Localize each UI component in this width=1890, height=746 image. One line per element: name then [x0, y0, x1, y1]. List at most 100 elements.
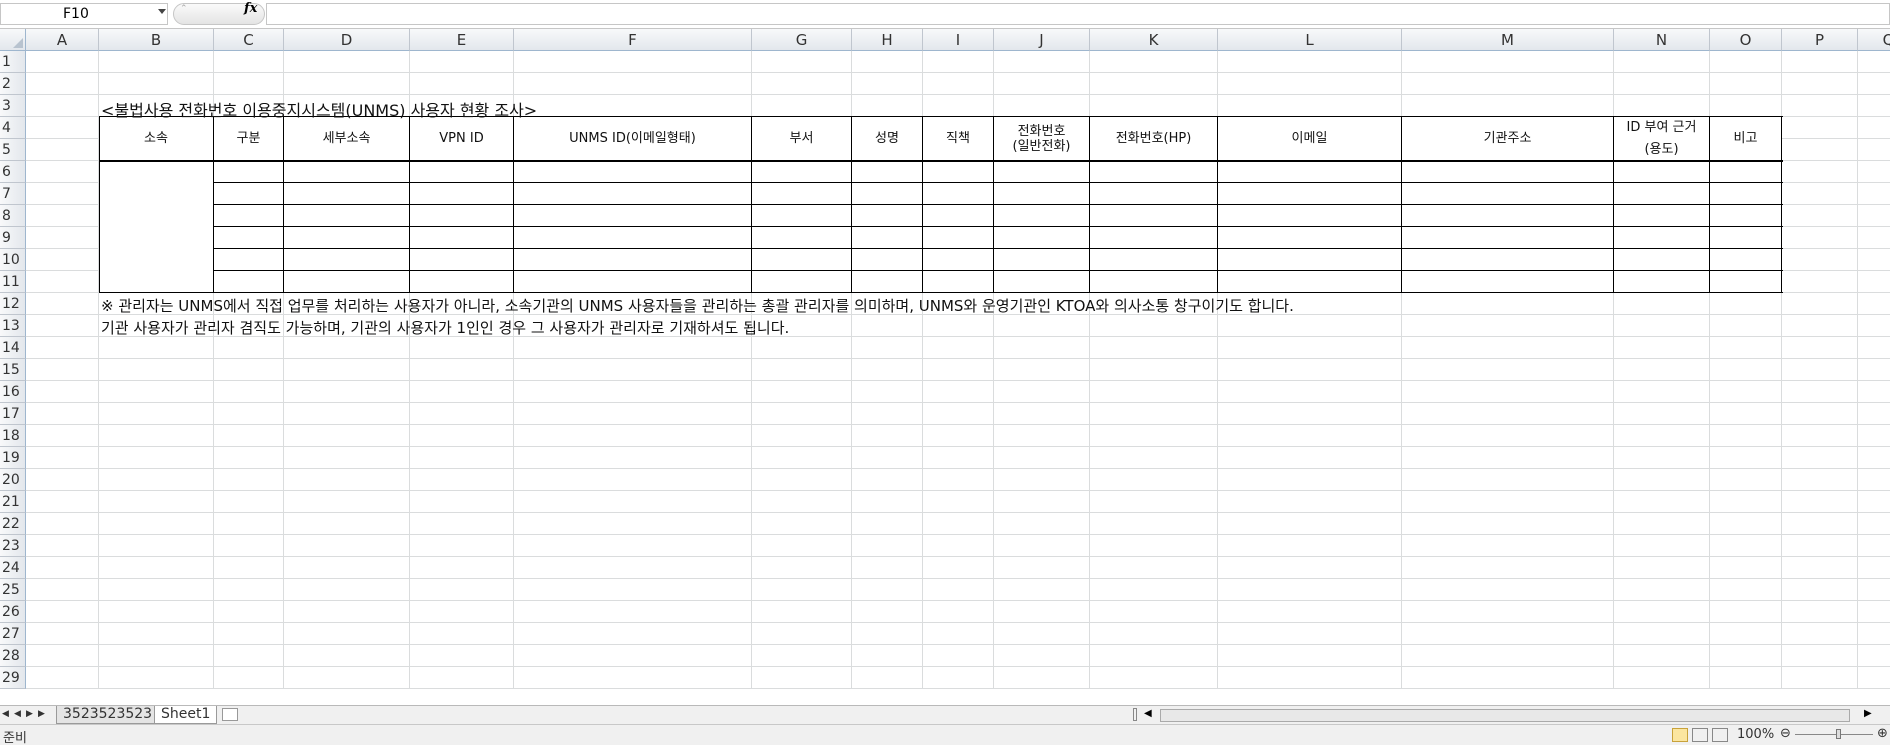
table-header-cell: 세부소속 — [284, 117, 409, 160]
scroll-left-icon[interactable]: ◀ — [1144, 708, 1152, 719]
gridline-horizontal — [26, 94, 1890, 95]
row-header[interactable]: 5 — [0, 139, 26, 161]
column-header[interactable]: M — [1402, 29, 1614, 51]
row-header[interactable]: 25 — [0, 579, 26, 601]
last-sheet-icon[interactable]: ▶ — [38, 709, 45, 719]
row-header[interactable]: 28 — [0, 645, 26, 667]
row-header[interactable]: 17 — [0, 403, 26, 425]
column-header[interactable]: Q — [1858, 29, 1890, 51]
column-header[interactable]: H — [852, 29, 923, 51]
next-sheet-icon[interactable]: ▶ — [26, 709, 33, 719]
row-header[interactable]: 20 — [0, 469, 26, 491]
gridline-horizontal — [26, 358, 1890, 359]
insert-sheet-icon[interactable] — [222, 708, 238, 721]
column-header[interactable]: B — [99, 29, 214, 51]
normal-view-icon[interactable] — [1672, 728, 1688, 742]
row-header[interactable]: 2 — [0, 73, 26, 95]
gridline-horizontal — [26, 644, 1890, 645]
table-header-cell: ID 부여 근거 (용도) — [1614, 117, 1709, 160]
row-header[interactable]: 22 — [0, 513, 26, 535]
row-header[interactable]: 23 — [0, 535, 26, 557]
gridline-horizontal — [26, 424, 1890, 425]
select-all-corner[interactable] — [0, 29, 26, 51]
sheet-title: <불법사용 전화번호 이용중지시스템(UNMS) 사용자 현황 조사> — [101, 101, 538, 120]
row-header[interactable]: 9 — [0, 227, 26, 249]
page-break-view-icon[interactable] — [1712, 728, 1728, 742]
column-header[interactable]: N — [1614, 29, 1710, 51]
sheet-tab[interactable]: 3523523523 — [56, 706, 160, 724]
gridline-horizontal — [26, 402, 1890, 403]
table-header-cell: 전화번호 (일반전화) — [994, 117, 1089, 160]
column-header[interactable]: K — [1090, 29, 1218, 51]
zoom-slider-track[interactable] — [1795, 734, 1873, 735]
active-cell[interactable] — [513, 248, 752, 271]
table-header-border — [99, 161, 1783, 162]
scroll-right-icon[interactable]: ▶ — [1864, 708, 1872, 719]
column-header[interactable]: D — [284, 29, 410, 51]
column-header[interactable]: I — [923, 29, 994, 51]
row-header[interactable]: 11 — [0, 271, 26, 293]
column-header[interactable]: L — [1218, 29, 1402, 51]
row-header[interactable]: 15 — [0, 359, 26, 381]
table-header-cell: 소속 — [99, 117, 213, 160]
column-header[interactable]: E — [410, 29, 514, 51]
gridline-horizontal — [26, 578, 1890, 579]
table-header-cell: 부서 — [752, 117, 851, 160]
corner-triangle-icon — [13, 38, 23, 48]
first-sheet-icon[interactable]: ◀ — [2, 709, 9, 719]
table-header-cell: 전화번호(HP) — [1090, 117, 1217, 160]
header-label: 부서 — [789, 131, 814, 146]
header-label: (용도) — [1644, 141, 1679, 157]
row-header[interactable]: 10 — [0, 249, 26, 271]
insert-function-icon[interactable]: fx — [244, 1, 257, 16]
formula-input[interactable] — [266, 3, 1890, 25]
row-header[interactable]: 27 — [0, 623, 26, 645]
column-header[interactable]: P — [1782, 29, 1858, 51]
column-header[interactable]: A — [26, 29, 99, 51]
row-header[interactable]: 29 — [0, 667, 26, 689]
row-header[interactable]: 7 — [0, 183, 26, 205]
gridline-horizontal — [26, 490, 1890, 491]
zoom-out-icon[interactable]: ⊖ — [1780, 726, 1791, 741]
column-header[interactable]: C — [214, 29, 284, 51]
row-header[interactable]: 12 — [0, 293, 26, 315]
header-label: ID 부여 근거 — [1626, 120, 1697, 136]
row-header[interactable]: 6 — [0, 161, 26, 183]
column-header[interactable]: O — [1710, 29, 1782, 51]
name-box[interactable]: F10 — [0, 3, 168, 25]
header-label: 소속 — [144, 131, 168, 146]
zoom-level[interactable]: 100% — [1737, 727, 1774, 742]
header-label: 성명 — [875, 131, 899, 146]
status-bar: 준비 100% ⊖ ⊕ — [0, 724, 1890, 746]
row-header[interactable]: 16 — [0, 381, 26, 403]
gridline-horizontal — [26, 468, 1890, 469]
zoom-in-icon[interactable]: ⊕ — [1877, 726, 1888, 741]
row-header[interactable]: 18 — [0, 425, 26, 447]
formula-bar: F10 ⌃ fx — [0, 0, 1890, 29]
header-label: 세부소속 — [322, 131, 371, 146]
collapse-icon[interactable]: ⌃ — [180, 4, 188, 14]
row-header[interactable]: 4 — [0, 117, 26, 139]
row-header[interactable]: 8 — [0, 205, 26, 227]
prev-sheet-icon[interactable]: ◀ — [14, 709, 21, 719]
scroll-thumb[interactable] — [1160, 709, 1850, 722]
name-box-dropdown-icon[interactable] — [158, 9, 166, 14]
page-layout-view-icon[interactable] — [1692, 728, 1708, 742]
row-header[interactable]: 21 — [0, 491, 26, 513]
row-header[interactable]: 1 — [0, 51, 26, 73]
row-header[interactable]: 24 — [0, 557, 26, 579]
row-header[interactable]: 14 — [0, 337, 26, 359]
sheet-tab-active[interactable]: Sheet1 — [154, 706, 218, 724]
column-header[interactable]: J — [994, 29, 1090, 51]
column-header[interactable]: G — [752, 29, 852, 51]
header-label: (일반전화) — [1012, 138, 1071, 154]
column-header[interactable]: F — [514, 29, 752, 51]
horizontal-scrollbar[interactable]: ◀ ▶ — [1130, 708, 1890, 723]
row-header[interactable]: 26 — [0, 601, 26, 623]
row-header[interactable]: 19 — [0, 447, 26, 469]
row-header[interactable]: 13 — [0, 315, 26, 337]
row-header[interactable]: 3 — [0, 95, 26, 117]
sheet-tab-label: 3523523523 — [63, 706, 153, 722]
zoom-slider-thumb[interactable] — [1836, 729, 1841, 739]
sheet-tab-label: Sheet1 — [161, 706, 211, 722]
